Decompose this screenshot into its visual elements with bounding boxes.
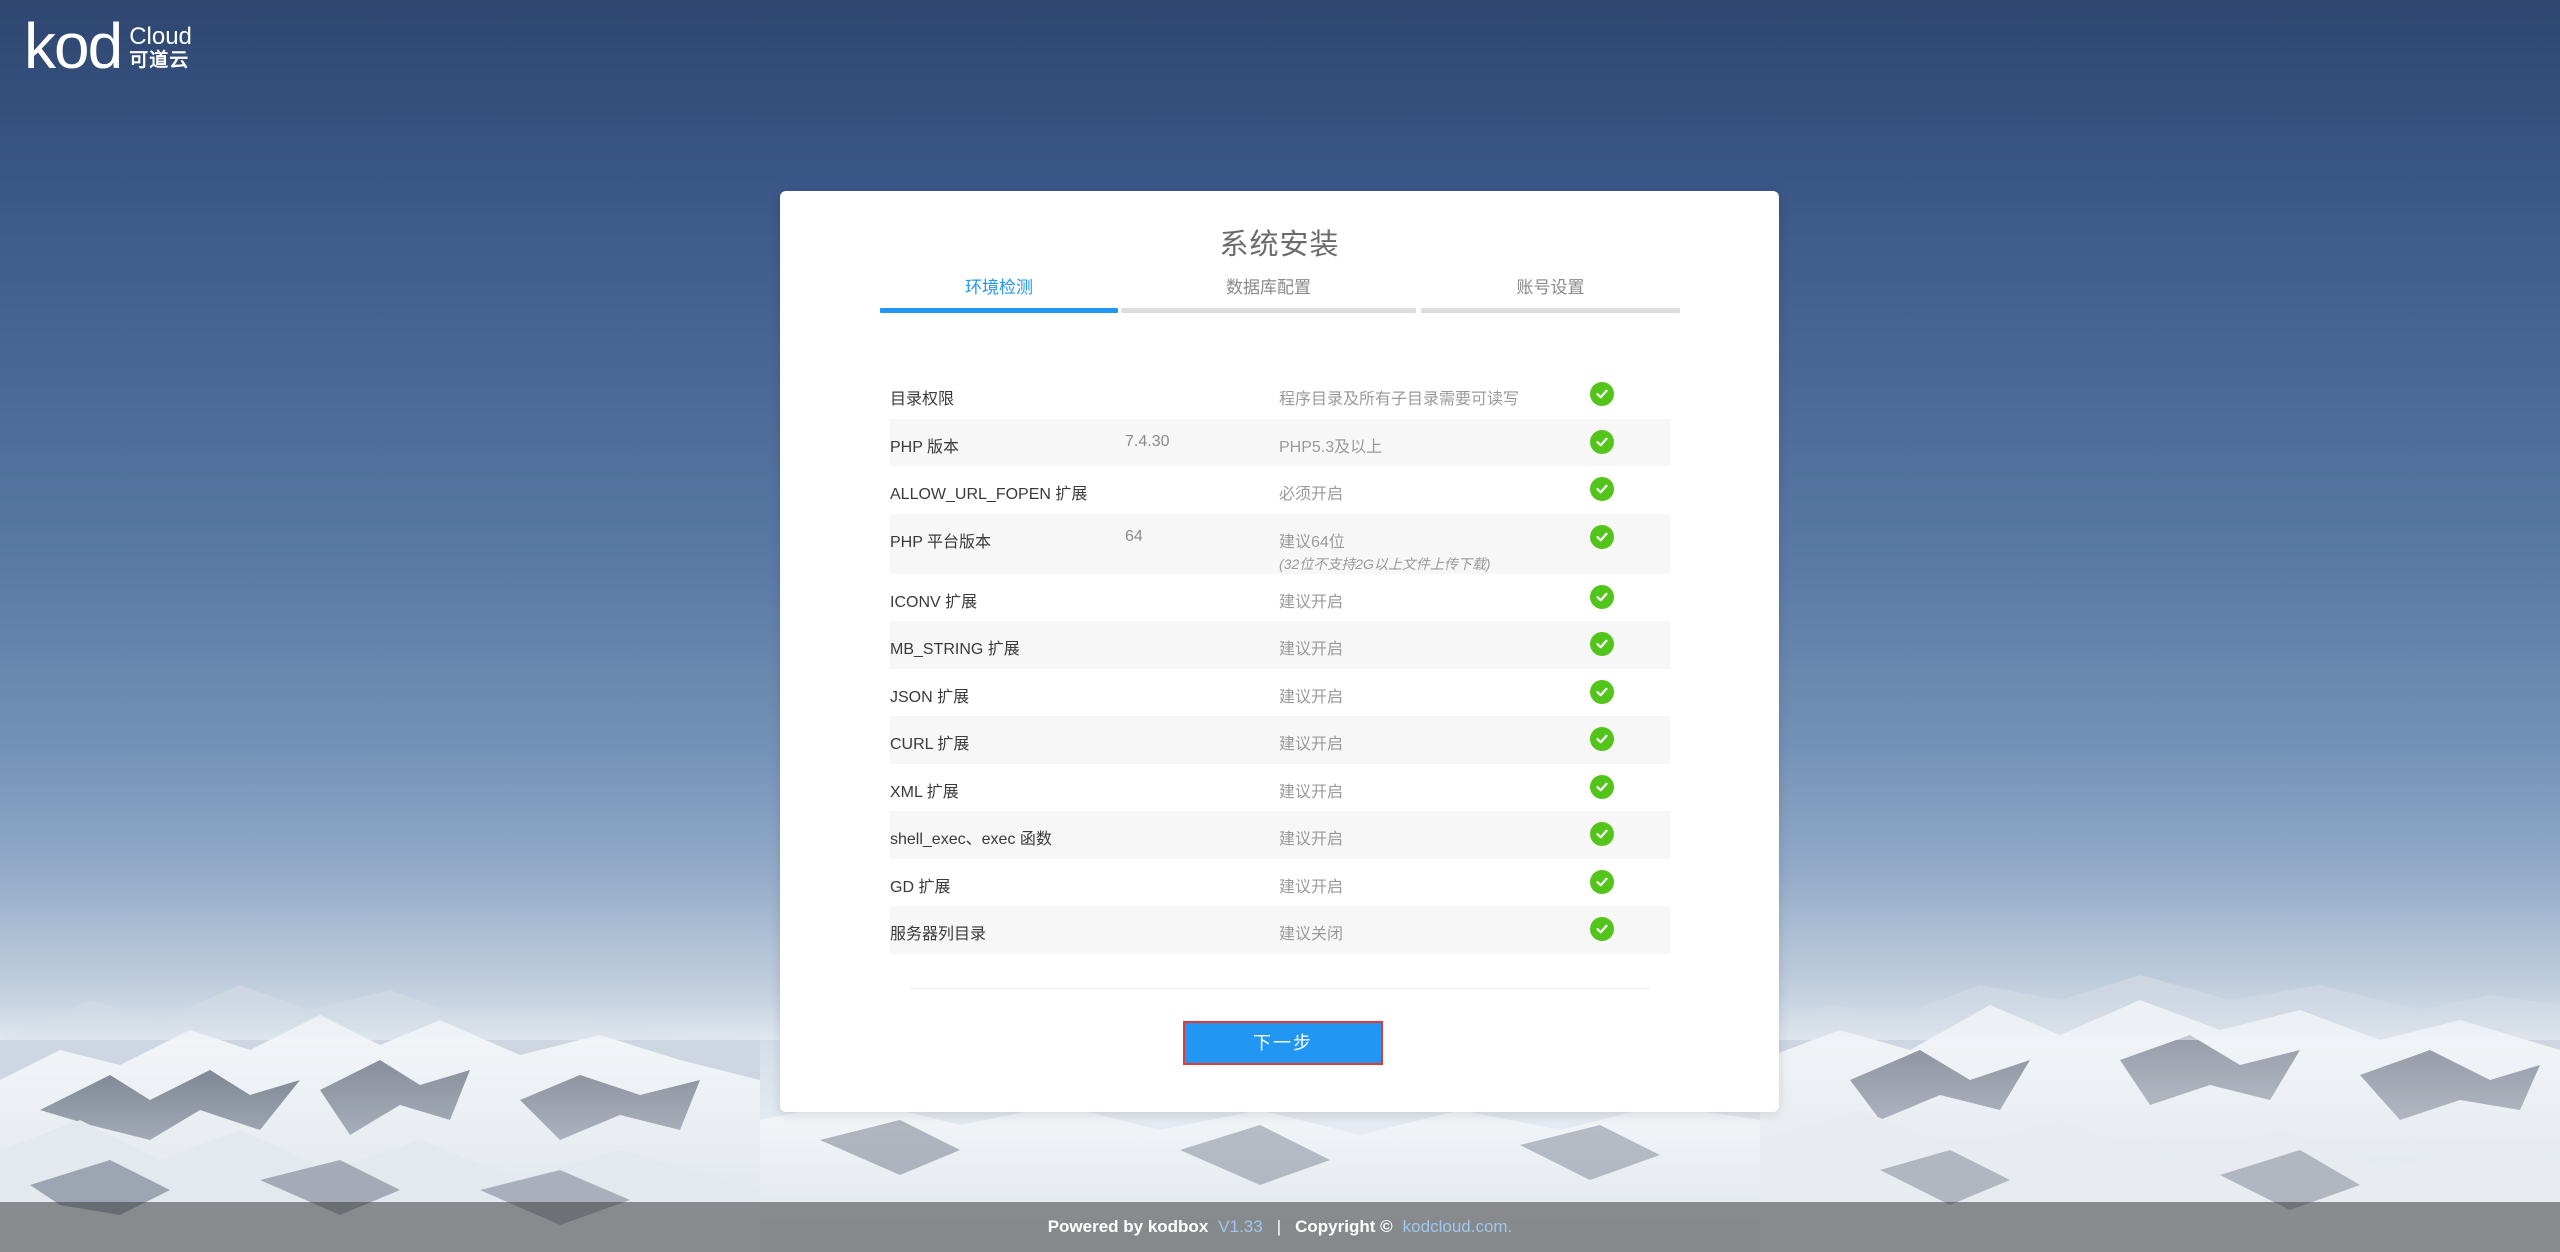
check-name: ALLOW_URL_FOPEN 扩展 [890,486,1088,503]
step-progress-bar [880,308,1118,313]
check-circle-icon [1590,727,1614,751]
check-circle-icon [1590,632,1614,656]
step-account-settings[interactable]: 账号设置 [1421,277,1680,313]
footer-powered: Powered by kodbox [1047,1217,1209,1236]
check-row: shell_exec、exec 函数 建议开启 [890,811,1670,859]
check-row: ALLOW_URL_FOPEN 扩展 必须开启 [890,466,1670,514]
check-requirement: 必须开启 [1279,486,1344,503]
logo-text: Cloud 可道云 [129,24,192,72]
check-circle-icon [1590,382,1614,406]
divider [910,988,1650,989]
check-requirement: 建议开启 [1279,688,1344,706]
check-name: PHP 平台版本 [890,533,992,551]
step-label: 账号设置 [1516,278,1585,297]
check-circle-icon [1590,774,1614,799]
environment-check-list: 目录权限 程序目录及所有子目录需要可读写 PHP 版本 7.4.30 PHP5.3及以上… [890,371,1670,954]
footer-version: V1.33 [1218,1217,1263,1236]
logo-mark: kod [24,10,123,82]
step-progress-bar [1421,308,1680,313]
check-row: JSON 扩展 建议开启 [890,669,1670,717]
check-row: XML 扩展 建议开启 [890,764,1670,812]
logo[interactable]: kod Cloud 可道云 [24,10,192,82]
check-row: GD 扩展 建议开启 [890,859,1670,907]
check-value: 64 [1125,527,1143,545]
logo-cloud-text: Cloud [129,23,192,50]
check-name: 服务器列目录 [890,926,987,943]
check-note: (32位不支持2G以上文件上传下载) [1279,555,1491,572]
check-name: shell_exec、exec 函数 [890,831,1052,848]
check-name: MB_STRING 扩展 [890,641,1020,658]
step-environment-check[interactable]: 环境检测 [880,277,1118,313]
check-row: ICONV 扩展 建议开启 [890,574,1670,622]
check-row: 服务器列目录 建议关闭 [890,906,1670,954]
check-requirement: 建议开启 [1279,831,1344,848]
check-circle-icon [1590,429,1614,454]
check-name: 目录权限 [890,391,955,408]
check-row: PHP 平台版本 64 建议64位 (32位不支持2G以上文件上传下载) [890,513,1670,574]
check-row: CURL 扩展 建议开启 [890,716,1670,764]
footer-copyright: Copyright © [1295,1217,1393,1236]
check-requirement: 建议64位 [1279,533,1345,551]
check-circle-icon [1590,584,1614,609]
step-progress-bar [1121,308,1416,313]
footer-separator: | [1276,1217,1282,1236]
check-name: GD 扩展 [890,878,951,896]
step-label: 数据库配置 [1226,278,1311,297]
install-steps: 环境检测 数据库配置 账号设置 [880,277,1680,313]
footer: Powered by kodbox V1.33 | Copyright © ko… [0,1202,2560,1252]
check-value: 7.4.30 [1125,432,1170,450]
check-row: MB_STRING 扩展 建议开启 [890,621,1670,669]
check-requirement: 建议开启 [1279,878,1344,896]
check-circle-icon [1590,822,1614,846]
check-row: 目录权限 程序目录及所有子目录需要可读写 [890,371,1670,419]
check-name: CURL 扩展 [890,736,970,753]
check-requirement: 建议开启 [1279,593,1344,611]
page-title: 系统安装 [1219,229,1340,261]
next-step-button[interactable]: 下一步 [1183,1021,1383,1065]
check-circle-icon [1590,679,1614,704]
check-requirement: 建议开启 [1279,783,1344,801]
footer-link[interactable]: kodcloud.com. [1403,1217,1513,1237]
install-page: kod Cloud 可道云 系统安装 环境检测 数据库配置 账号设置 目录权限 程… [0,0,2560,1252]
check-row: PHP 版本 7.4.30 PHP5.3及以上 [890,418,1670,466]
step-database-config[interactable]: 数据库配置 [1121,277,1416,313]
check-requirement: PHP5.3及以上 [1279,438,1383,456]
check-circle-icon [1590,869,1614,894]
check-name: XML 扩展 [890,783,959,801]
check-circle-icon [1590,477,1614,501]
check-name: ICONV 扩展 [890,593,978,611]
check-circle-icon [1590,524,1614,549]
check-name: PHP 版本 [890,438,960,456]
step-label: 环境检测 [965,278,1033,297]
check-requirement: 建议开启 [1279,641,1344,658]
install-card: 系统安装 环境检测 数据库配置 账号设置 目录权限 程序目录及所有子目录需要可读写… [780,191,1779,1112]
logo-cn-text: 可道云 [129,50,190,71]
check-requirement: 建议关闭 [1279,926,1344,943]
check-requirement: 建议开启 [1279,736,1344,753]
check-name: JSON 扩展 [890,688,970,706]
check-requirement: 程序目录及所有子目录需要可读写 [1279,391,1520,408]
check-circle-icon [1590,917,1614,941]
